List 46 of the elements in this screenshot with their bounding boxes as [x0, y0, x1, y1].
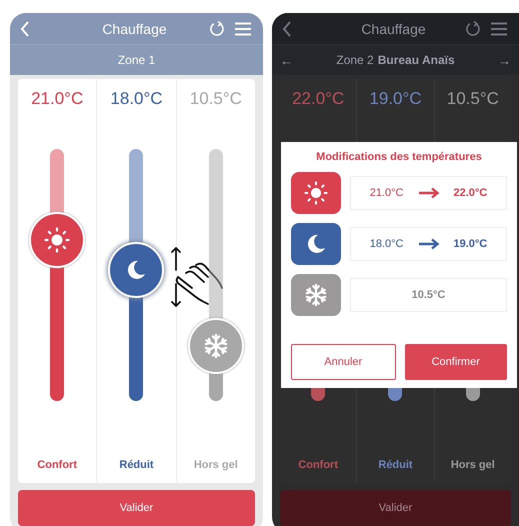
- snowflake-icon: [304, 283, 328, 307]
- slider[interactable]: [108, 149, 164, 401]
- moon-icon: [305, 233, 327, 255]
- temperature-value: 21.0°C: [31, 89, 84, 109]
- mode-label: Réduit: [378, 459, 413, 471]
- arrow-right-icon: [418, 187, 440, 199]
- slider-thumb[interactable]: [29, 212, 86, 268]
- cancel-button[interactable]: Annuler: [291, 344, 396, 380]
- dialog-title: Modifications des températures: [315, 151, 483, 163]
- new-temperature: 22.0°C: [454, 187, 488, 199]
- screen-title: Chauffage: [101, 20, 168, 36]
- mode-label: Hors gel: [450, 459, 495, 471]
- old-temperature: 21.0°C: [370, 187, 404, 199]
- menu-icon[interactable]: [491, 22, 507, 36]
- slider[interactable]: [29, 149, 86, 401]
- screen-title: Chauffage: [360, 20, 427, 36]
- mode-label: Confort: [37, 459, 78, 471]
- slider[interactable]: [188, 149, 244, 401]
- sun-icon: [304, 181, 328, 205]
- new-temperature: 19.0°C: [454, 238, 488, 250]
- mode-label: Hors gel: [194, 459, 238, 471]
- moon-icon: [125, 258, 148, 281]
- temperature-value: 19.0°C: [369, 89, 422, 109]
- new-temperature: 10.5°C: [412, 289, 446, 301]
- temperature-value: 10.5°C: [190, 89, 242, 109]
- mode-label: Réduit: [119, 459, 154, 471]
- zone-label: Zone 2: [336, 53, 374, 67]
- slider-thumb[interactable]: [188, 318, 244, 374]
- mode-label: Confort: [298, 459, 338, 471]
- arrow-right-icon: [418, 238, 440, 250]
- slider-thumb[interactable]: [108, 242, 164, 298]
- back-icon[interactable]: [282, 20, 292, 36]
- snowflake-icon: [202, 332, 229, 359]
- sun-icon: [44, 226, 70, 253]
- validate-button[interactable]: Valider: [280, 490, 511, 526]
- next-zone-arrow[interactable]: →: [498, 52, 511, 68]
- temperature-value: 18.0°C: [110, 89, 163, 109]
- zone-label: Zone 1: [118, 53, 156, 67]
- refresh-icon[interactable]: [465, 20, 481, 36]
- old-temperature: 18.0°C: [370, 238, 404, 250]
- zone-name: Bureau Anaïs: [378, 53, 455, 67]
- previous-zone-arrow[interactable]: ←: [280, 52, 293, 68]
- confirm-button[interactable]: Confirmer: [404, 344, 507, 380]
- temperature-value: 10.5°C: [446, 89, 499, 109]
- temperature-value: 22.0°C: [292, 89, 344, 109]
- validate-button[interactable]: Valider: [18, 490, 255, 526]
